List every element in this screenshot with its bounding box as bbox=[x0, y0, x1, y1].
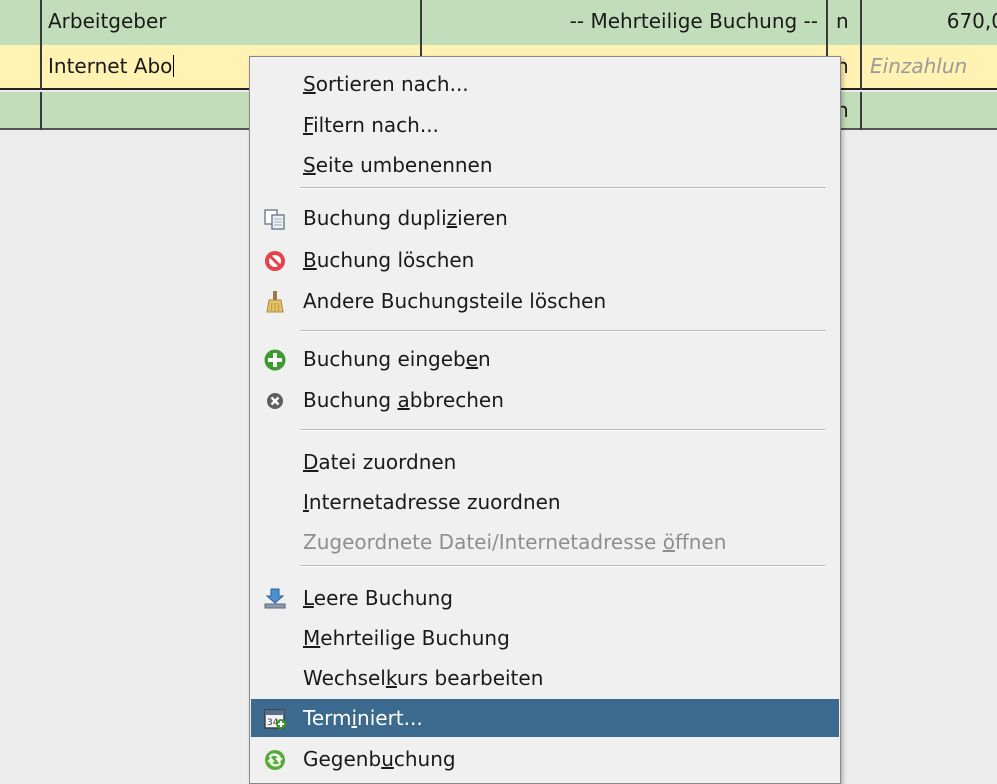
column-divider bbox=[826, 0, 828, 45]
jump-icon bbox=[263, 748, 287, 772]
enter-icon bbox=[263, 348, 287, 372]
cancel-icon bbox=[263, 389, 287, 413]
menu-item-duplicate-transaction[interactable]: Buchung duplizieren bbox=[251, 199, 839, 237]
broom-icon bbox=[263, 290, 287, 314]
menu-item-remove-other-splits[interactable]: Andere Buchungsteile löschen bbox=[251, 282, 839, 320]
menu-item-label: Buchung abbrechen bbox=[303, 388, 504, 412]
menu-item-label: Sortieren nach... bbox=[303, 72, 469, 96]
menu-item-schedule[interactable]: 34 Terminiert... bbox=[251, 699, 839, 737]
menu-item-label: Buchung duplizieren bbox=[303, 206, 508, 230]
menu-item-sort-by[interactable]: Sortieren nach... bbox=[251, 65, 839, 103]
menu-item-label: Filtern nach... bbox=[303, 113, 439, 137]
menu-item-label: Gegenbuchung bbox=[303, 747, 456, 771]
duplicate-icon bbox=[263, 207, 287, 231]
description-input-value: Internet Abo bbox=[48, 54, 173, 78]
menu-item-enter-transaction[interactable]: Buchung eingeben bbox=[251, 340, 839, 378]
schedule-icon: 34 bbox=[263, 707, 287, 731]
menu-item-open-associated: Zugeordnete Datei/Internetadresse öffnen bbox=[251, 523, 839, 561]
menu-item-label: Terminiert... bbox=[303, 706, 423, 730]
transfer-cell[interactable]: -- Mehrteilige Buchung -- bbox=[420, 9, 818, 33]
menu-item-label: Datei zuordnen bbox=[303, 450, 457, 474]
menu-item-label: Seite umbenennen bbox=[303, 153, 493, 177]
register-row-arbeitgeber[interactable]: Arbeitgeber -- Mehrteilige Buchung -- n … bbox=[0, 0, 997, 45]
reconcile-cell[interactable]: n bbox=[836, 9, 849, 33]
menu-item-label: Wechselkurs bearbeiten bbox=[303, 666, 544, 690]
menu-separator bbox=[300, 429, 826, 431]
menu-item-label: Buchung eingeben bbox=[303, 347, 491, 371]
menu-item-rename-page[interactable]: Seite umbenennen bbox=[251, 146, 839, 184]
column-divider bbox=[860, 92, 862, 130]
menu-item-label: Internetadresse zuordnen bbox=[303, 490, 561, 514]
menu-item-label: Leere Buchung bbox=[303, 586, 453, 610]
menu-item-label: Andere Buchungsteile löschen bbox=[303, 289, 607, 313]
description-cell[interactable]: Arbeitgeber bbox=[48, 9, 167, 33]
context-menu: Sortieren nach... Filtern nach... Seite … bbox=[249, 56, 841, 784]
description-input[interactable]: Internet Abo bbox=[48, 54, 175, 78]
menu-item-associate-location[interactable]: Internetadresse zuordnen bbox=[251, 483, 839, 521]
menu-item-label: Mehrteilige Buchung bbox=[303, 626, 510, 650]
menu-item-jump-to-transfer[interactable]: Gegenbuchung bbox=[251, 740, 839, 778]
blank-transaction-icon bbox=[263, 587, 287, 611]
menu-item-filter-by[interactable]: Filtern nach... bbox=[251, 106, 839, 144]
menu-item-delete-transaction[interactable]: Buchung löschen bbox=[251, 241, 839, 279]
column-divider bbox=[40, 45, 42, 90]
menu-separator bbox=[300, 330, 826, 332]
menu-item-label: Zugeordnete Datei/Internetadresse öffnen bbox=[303, 530, 727, 554]
deposit-placeholder[interactable]: Einzahlun bbox=[870, 54, 967, 78]
column-divider bbox=[860, 0, 862, 45]
menu-separator bbox=[300, 565, 826, 567]
menu-item-blank-transaction[interactable]: Leere Buchung bbox=[251, 579, 839, 617]
menu-item-cancel-transaction[interactable]: Buchung abbrechen bbox=[251, 381, 839, 419]
column-divider bbox=[860, 45, 862, 90]
menu-item-associate-file[interactable]: Datei zuordnen bbox=[251, 443, 839, 481]
text-caret bbox=[173, 55, 175, 77]
column-divider bbox=[40, 92, 42, 130]
delete-icon bbox=[263, 249, 287, 273]
menu-item-edit-exchange-rate[interactable]: Wechselkurs bearbeiten bbox=[251, 659, 839, 697]
menu-separator bbox=[300, 187, 826, 189]
menu-item-label: Buchung löschen bbox=[303, 248, 475, 272]
amount-cell[interactable]: 670,0 bbox=[870, 9, 997, 33]
column-divider bbox=[40, 0, 42, 45]
menu-item-split-transaction[interactable]: Mehrteilige Buchung bbox=[251, 619, 839, 657]
